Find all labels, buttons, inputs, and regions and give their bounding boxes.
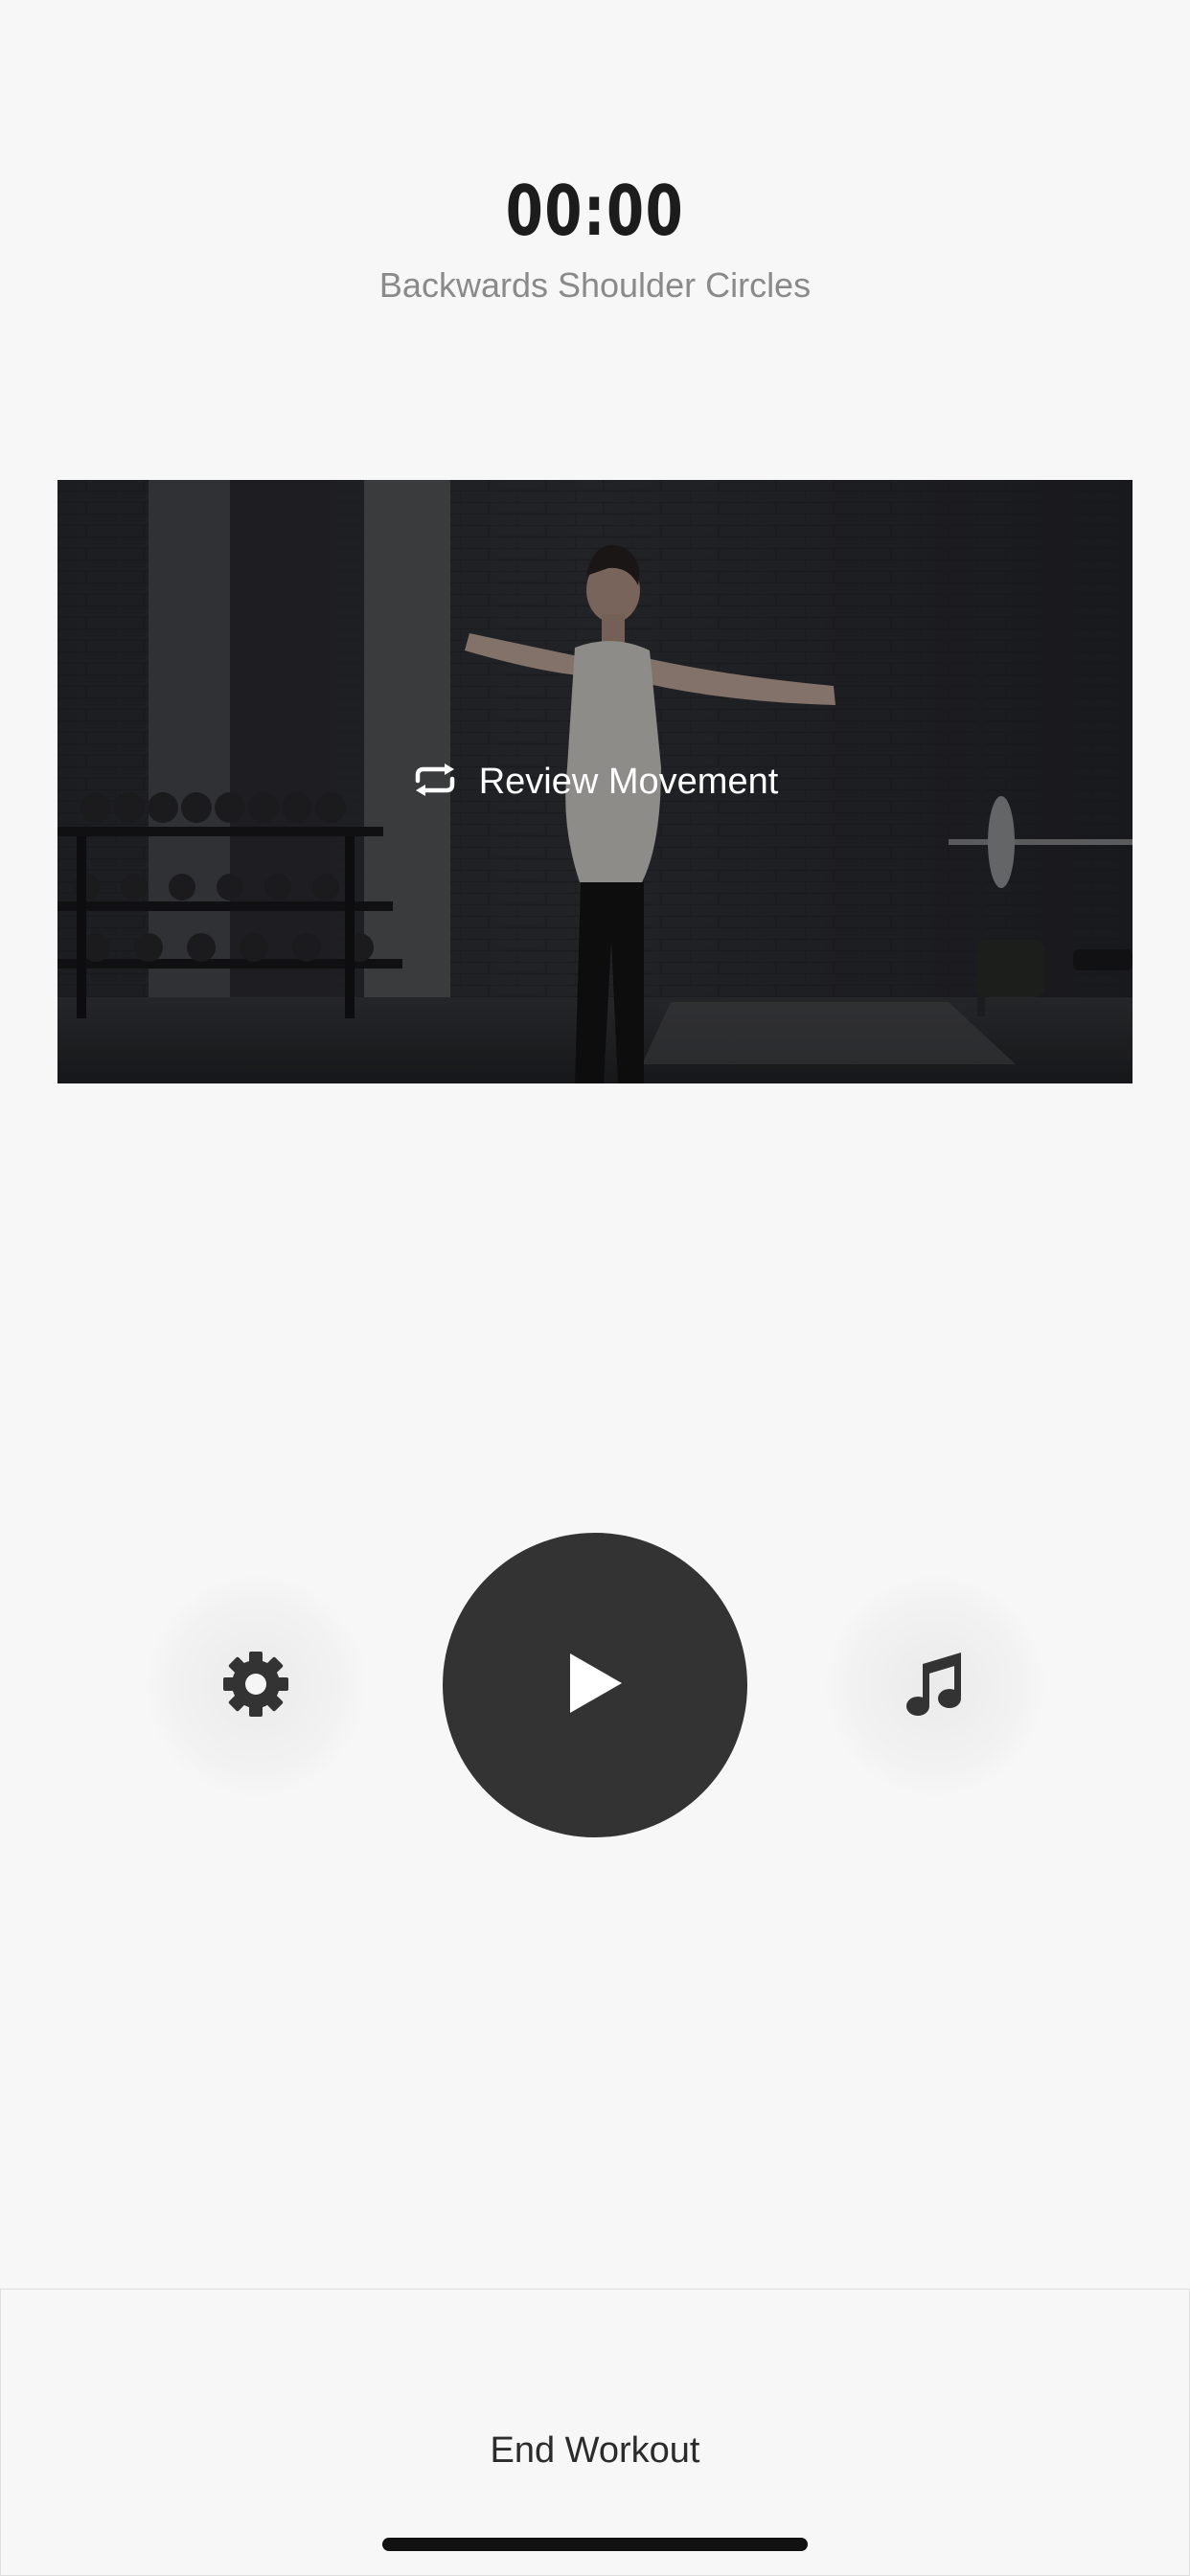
- review-movement-label: Review Movement: [478, 762, 779, 802]
- music-button[interactable]: [825, 1576, 1045, 1796]
- music-note-icon: [905, 1651, 965, 1722]
- workout-timer: 00:00: [505, 171, 685, 251]
- review-movement-button[interactable]: Review Movement: [57, 480, 1133, 1083]
- exercise-video[interactable]: Review Movement: [57, 480, 1133, 1083]
- play-button[interactable]: [443, 1533, 747, 1837]
- home-indicator[interactable]: [382, 2538, 808, 2551]
- repeat-icon: [412, 763, 458, 801]
- settings-button[interactable]: [146, 1576, 366, 1796]
- end-workout-button[interactable]: End Workout: [1, 2428, 1189, 2473]
- gear-icon: [221, 1650, 290, 1723]
- exercise-name: Backwards Shoulder Circles: [378, 265, 812, 305]
- play-icon: [566, 1652, 624, 1720]
- playback-controls: [0, 1533, 1190, 1839]
- footer-bar: End Workout: [0, 2289, 1190, 2576]
